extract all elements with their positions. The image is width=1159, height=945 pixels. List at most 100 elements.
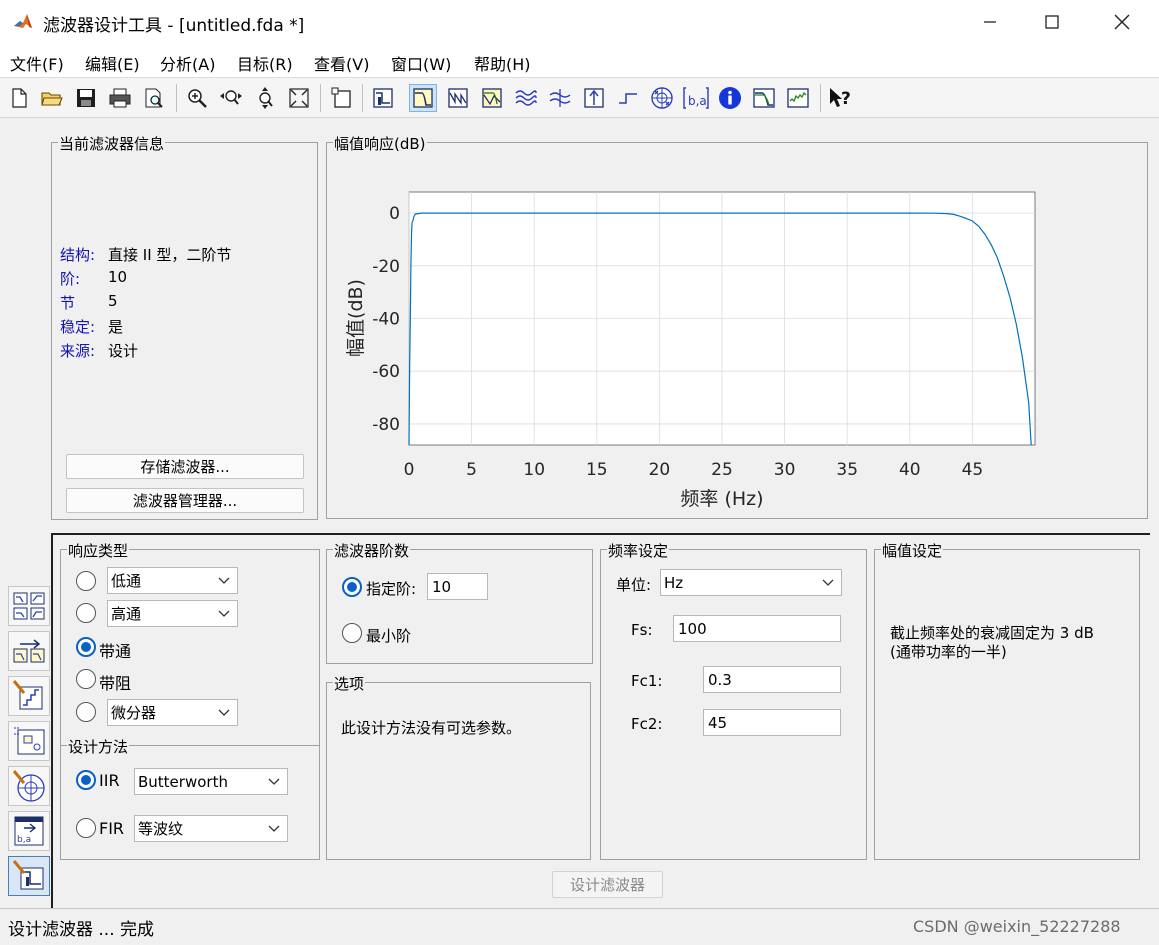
zoom-in-icon[interactable] [183, 84, 211, 112]
group-delay-icon[interactable] [512, 84, 540, 112]
filter-manager-button[interactable]: 滤波器管理器... [66, 488, 304, 513]
y-tick-label: -40 [372, 310, 400, 330]
minimum-order-radio[interactable] [342, 623, 362, 643]
structure-label: 结构: [60, 246, 96, 264]
y-tick-label: 0 [389, 204, 400, 224]
whats-this-icon[interactable]: ? [827, 84, 855, 112]
design-filter-button[interactable]: 设计滤波器 [552, 871, 663, 898]
x-tick-label: 20 [649, 460, 671, 480]
x-tick-label: 30 [774, 460, 796, 480]
new-icon[interactable] [5, 84, 33, 112]
differentiator-radio[interactable] [76, 702, 96, 722]
iir-label: IIR [99, 771, 120, 790]
zoom-x-icon[interactable] [217, 84, 245, 112]
magnitude-phase-icon[interactable] [478, 84, 506, 112]
round-off-noise-icon[interactable] [784, 84, 812, 112]
step-response-icon[interactable] [614, 84, 642, 112]
fir-method-value: 等波纹 [138, 820, 184, 838]
sidebar-realize-model-button[interactable] [8, 721, 50, 761]
full-view-icon[interactable] [285, 84, 313, 112]
bandstop-label: 带阻 [99, 674, 132, 693]
filter-order-title: 滤波器阶数 [333, 540, 411, 561]
sidebar-multirate-button[interactable] [8, 631, 50, 671]
fir-label: FIR [99, 819, 125, 838]
print-icon[interactable] [106, 84, 134, 112]
lowpass-select[interactable]: 低通 [107, 567, 238, 594]
source-label: 来源: [60, 342, 96, 360]
sidebar-design-filter-button[interactable] [8, 856, 50, 896]
filter-specs-icon[interactable] [369, 84, 397, 112]
highpass-select-value: 高通 [111, 605, 142, 623]
menu-window[interactable]: 窗口(W) [391, 51, 451, 75]
sidebar-quantize-button[interactable] [8, 676, 50, 716]
watermark-text: CSDN @weixin_52227288 [913, 917, 1121, 936]
fs-input[interactable]: 100 [673, 615, 841, 642]
lowpass-select-value: 低通 [111, 572, 142, 590]
units-value: Hz [664, 573, 684, 592]
menu-file[interactable]: 文件(F) [10, 51, 64, 75]
svg-text:b,a: b,a [688, 94, 707, 108]
design-method-title: 设计方法 [67, 736, 130, 757]
bandstop-radio[interactable] [76, 669, 96, 689]
lowpass-radio[interactable] [76, 571, 96, 591]
iir-radio[interactable] [76, 770, 96, 790]
new-figure-icon[interactable] [327, 84, 355, 112]
save-icon[interactable] [72, 84, 100, 112]
open-icon[interactable] [38, 84, 66, 112]
specify-order-radio[interactable] [342, 577, 362, 597]
options-title: 选项 [333, 673, 366, 694]
fir-method-select[interactable]: 等波纹 [134, 815, 288, 842]
fc1-input[interactable]: 0.3 [703, 666, 841, 693]
units-select[interactable]: Hz [660, 569, 842, 596]
x-tick-label: 25 [711, 460, 733, 480]
filter-coefficients-icon[interactable]: b,a [682, 84, 710, 112]
minimize-button[interactable] [957, 0, 1023, 44]
y-tick-label: -80 [372, 415, 400, 435]
fc2-label: Fc2: [631, 715, 663, 733]
menu-view[interactable]: 查看(V) [314, 51, 369, 75]
y-axis-label: 幅值(dB) [345, 279, 367, 357]
fir-radio[interactable] [76, 818, 96, 838]
impulse-response-icon[interactable] [580, 84, 608, 112]
pole-zero-editor-icon [12, 770, 45, 802]
magnitude-response-icon[interactable] [409, 84, 437, 112]
design-filter-icon [12, 860, 44, 890]
menu-help[interactable]: 帮助(H) [474, 51, 531, 75]
menu-targets[interactable]: 目标(R) [237, 51, 293, 75]
iir-method-value: Butterworth [138, 772, 228, 791]
store-filter-button[interactable]: 存储滤波器... [66, 454, 304, 479]
magnitude-estimate-icon[interactable] [750, 84, 778, 112]
sidebar-import-filter-button[interactable]: b,a [8, 811, 50, 851]
differentiator-select[interactable]: 微分器 [107, 699, 238, 726]
fc2-input[interactable]: 45 [703, 709, 841, 736]
menu-analysis[interactable]: 分析(A) [160, 51, 215, 75]
bandpass-radio[interactable] [76, 637, 96, 657]
svg-text:b,a: b,a [17, 835, 31, 845]
maximize-button[interactable] [1019, 0, 1085, 44]
chevron-down-icon [268, 825, 280, 832]
phase-response-icon[interactable] [444, 84, 472, 112]
close-button[interactable] [1089, 0, 1155, 44]
fc1-label: Fc1: [631, 672, 663, 690]
specify-order-label: 指定阶: [366, 580, 417, 598]
sidebar-pole-zero-editor-button[interactable] [8, 766, 50, 806]
options-text: 此设计方法没有可选参数。 [341, 719, 522, 737]
zoom-y-icon[interactable] [251, 84, 279, 112]
phase-delay-icon[interactable] [546, 84, 574, 112]
pole-zero-icon[interactable] [648, 84, 676, 112]
matlab-logo-icon [12, 11, 34, 33]
realize-model-icon [14, 727, 45, 755]
filter-info-icon[interactable] [716, 84, 744, 112]
filter-order-panel: 滤波器阶数 [326, 540, 593, 664]
highpass-select[interactable]: 高通 [107, 600, 238, 627]
order-input[interactable]: 10 [427, 573, 488, 600]
sidebar-transform-button[interactable] [8, 586, 50, 626]
highpass-radio[interactable] [76, 603, 96, 623]
x-tick-label: 0 [404, 460, 415, 480]
window-title: 滤波器设计工具 - [untitled.fda *] [43, 16, 305, 36]
menu-edit[interactable]: 编辑(E) [85, 51, 140, 75]
x-tick-label: 10 [523, 460, 545, 480]
print-preview-icon[interactable] [140, 84, 168, 112]
iir-method-select[interactable]: Butterworth [134, 768, 288, 795]
structure-value: 直接 II 型，二阶节 [108, 246, 232, 264]
